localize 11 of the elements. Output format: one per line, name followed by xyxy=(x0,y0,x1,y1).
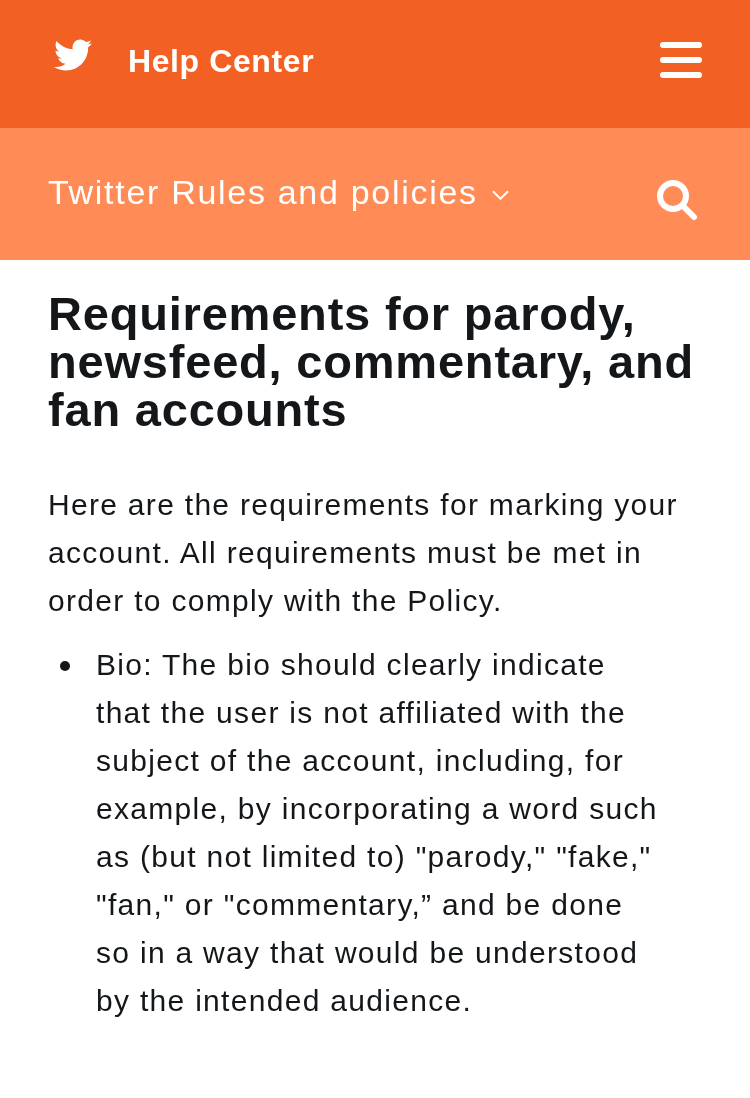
chevron-down-icon xyxy=(491,190,509,200)
bullet-icon xyxy=(60,661,70,671)
site-title[interactable]: Help Center xyxy=(128,45,315,77)
menu-button[interactable] xyxy=(660,42,702,78)
section-dropdown[interactable]: Twitter Rules and policies xyxy=(48,175,509,209)
article-heading: Requirements for parody, newsfeed, commentary, and fan accounts xyxy=(48,290,695,434)
search-icon xyxy=(656,179,698,221)
bullet-text: Bio: The bio should clearly indicate that the user is not affiliated with the subject of the account, including, for example, by incorporating a word such as (but not limited to) "parody," "fake," "fan," or "commentary,” and be done so in a way that would be understood by the intended audience. xyxy=(96,647,659,1019)
intro-paragraph: Here are the requirements for marking your account. All requirements must be met in order to comply with the Policy. xyxy=(48,487,679,619)
search-button[interactable] xyxy=(656,179,698,221)
menu-icon xyxy=(660,42,702,78)
